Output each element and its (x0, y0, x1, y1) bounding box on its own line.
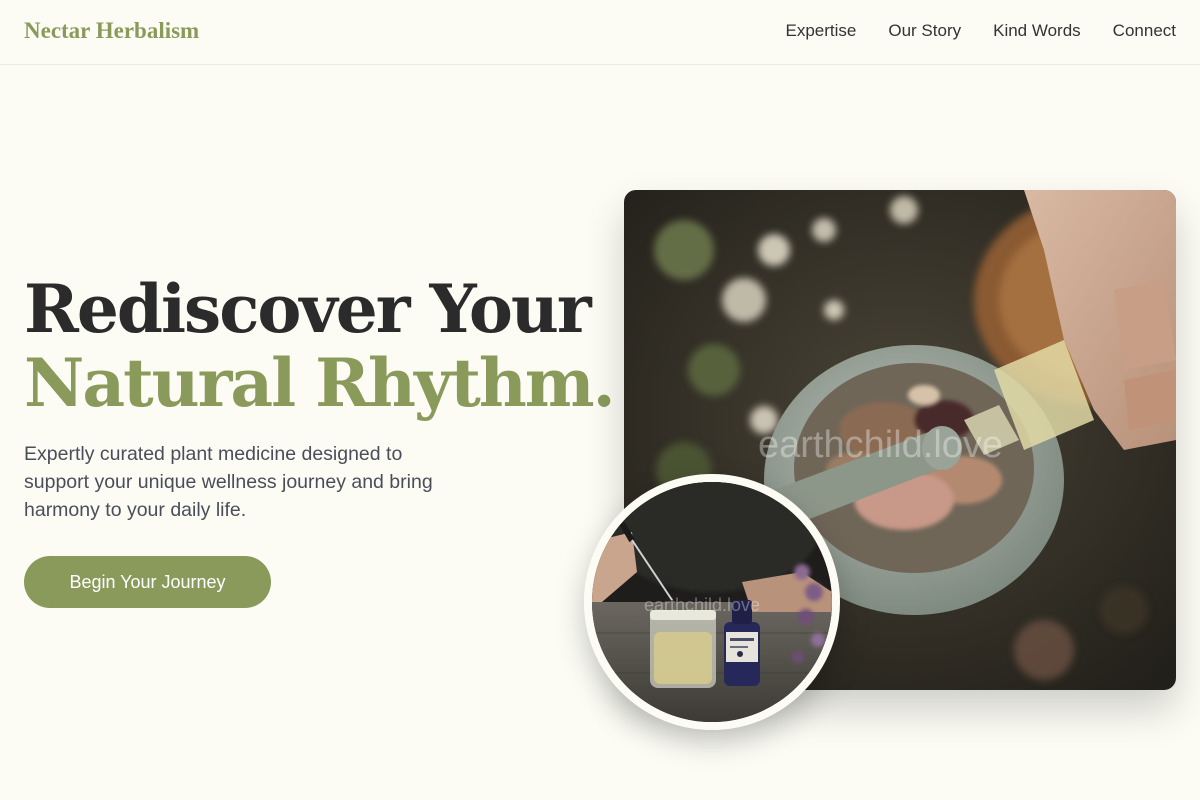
inset-photo-watermark: earthchild.love (644, 595, 761, 615)
hero-title-line1: Rediscover Your (24, 270, 592, 348)
main-photo-watermark: earthchild.love (758, 424, 1004, 466)
hero-title-line2: Natural Rhythm. (24, 344, 616, 422)
nav-link-kind-words[interactable]: Kind Words (993, 21, 1081, 41)
hero-subtitle: Expertly curated plant medicine designed… (24, 443, 433, 521)
nav-links: Expertise Our Story Kind Words Connect (785, 21, 1176, 41)
nav-link-expertise[interactable]: Expertise (785, 21, 856, 41)
navbar: Nectar Herbalism Expertise Our Story Kin… (0, 0, 1200, 65)
brand-logo[interactable]: Nectar Herbalism (24, 18, 199, 44)
nav-link-connect[interactable]: Connect (1113, 21, 1176, 41)
nav-link-our-story[interactable]: Our Story (888, 21, 961, 41)
hero-title: Rediscover Your Natural Rhythm. (24, 270, 616, 422)
begin-journey-button[interactable]: Begin Your Journey (24, 556, 271, 608)
hero-inset-photo: earthchild.love (584, 474, 840, 730)
